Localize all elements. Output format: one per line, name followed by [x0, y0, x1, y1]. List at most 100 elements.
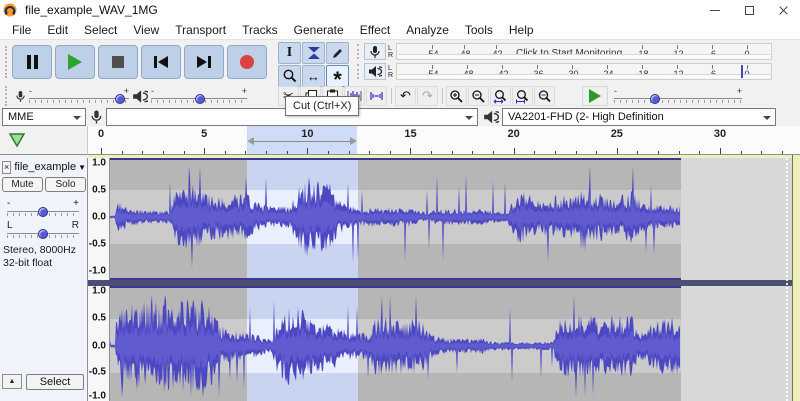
collapse-track-button[interactable]: ▲: [2, 374, 22, 389]
waveform-channel-left[interactable]: [110, 158, 793, 280]
zoom-toggle-icon: [538, 89, 551, 102]
slider-min-label: -: [29, 86, 32, 96]
track-resize-edge[interactable]: [786, 158, 788, 401]
zoom-in-button[interactable]: [446, 86, 467, 106]
menu-tracks[interactable]: Tracks: [234, 21, 286, 39]
maximize-button[interactable]: [732, 0, 766, 20]
gain-max-label: +: [73, 198, 79, 209]
draw-tool-button[interactable]: [326, 42, 349, 64]
maximize-icon: [744, 5, 754, 15]
empty-track-area[interactable]: [681, 158, 793, 280]
tools-toolbar: I ↔ *: [278, 42, 354, 91]
slider-min-label: -: [151, 86, 154, 96]
recording-meter[interactable]: -54-48-42-18-12-60Click to Start Monitor…: [396, 43, 772, 60]
quick-play-arrow-left[interactable]: [247, 137, 255, 145]
quick-play-arrow-right[interactable]: [349, 137, 357, 145]
menu-bar: File Edit Select View Transport Tracks Generat…: [0, 20, 800, 40]
quick-play-bar[interactable]: [249, 141, 355, 142]
meter-r-label: R: [388, 71, 394, 79]
silence-selection-button[interactable]: [366, 86, 387, 106]
timeline-ruler[interactable]: 0 5 10 15 20 25 30: [88, 126, 800, 155]
minimize-button[interactable]: [698, 0, 732, 20]
play-speed-slider[interactable]: - +: [614, 86, 742, 105]
timeline-label: 20: [507, 128, 520, 140]
mic-icon: [91, 110, 102, 124]
gain-thumb[interactable]: [38, 207, 48, 217]
recording-volume-thumb[interactable]: [115, 94, 125, 104]
playback-device-combo[interactable]: VA2201-FHD (2- High Definition: [502, 108, 776, 126]
menu-effect[interactable]: Effect: [352, 21, 398, 39]
chevron-down-icon: [73, 116, 81, 120]
close-icon: [778, 5, 789, 16]
menu-analyze[interactable]: Analyze: [398, 21, 457, 39]
audio-host-combo[interactable]: MME: [2, 108, 86, 126]
meter-r-label: R: [388, 51, 394, 59]
toolbar-separator: [391, 88, 392, 104]
track-menu-arrow-icon[interactable]: ▼: [78, 163, 86, 172]
track-control-panel: × file_example ▼ Mute Solo - + L R Stere…: [0, 158, 88, 401]
slider-max-label: +: [123, 86, 129, 96]
scale-label: -0.5: [88, 238, 106, 250]
waveform-channel-right[interactable]: [110, 286, 793, 401]
toolbar-zone: I ↔ * LR -54-48-42-18-12-60Click to Star…: [0, 40, 800, 126]
stop-button[interactable]: [98, 45, 138, 79]
playback-volume-slider[interactable]: - +: [151, 86, 247, 105]
menu-tools[interactable]: Tools: [457, 21, 501, 39]
scale-label: 0.0: [92, 340, 106, 352]
fit-selection-button[interactable]: [490, 86, 511, 106]
gain-min-label: -: [7, 198, 11, 209]
menu-generate[interactable]: Generate: [286, 21, 352, 39]
fit-project-button[interactable]: [512, 86, 533, 106]
timeline-label: 0: [97, 128, 105, 140]
selection-tool-button[interactable]: I: [278, 42, 301, 64]
recording-volume-slider[interactable]: - +: [29, 86, 129, 105]
track-close-button[interactable]: ×: [2, 160, 12, 174]
double-arrow-icon: ↔: [307, 68, 320, 84]
play-at-speed-button[interactable]: [582, 86, 608, 106]
scale-label: -0.5: [88, 366, 106, 378]
pinned-playhead-button[interactable]: [6, 130, 28, 150]
skip-to-start-icon: [154, 56, 168, 68]
waveform-right: [110, 294, 680, 398]
select-track-button[interactable]: Select: [26, 374, 84, 390]
redo-button[interactable]: ↷: [417, 86, 438, 106]
toolbar-grip[interactable]: [5, 46, 9, 78]
skip-to-start-button[interactable]: [141, 45, 181, 79]
track-name[interactable]: file_example: [14, 161, 76, 173]
toolbar-grip[interactable]: [357, 63, 361, 80]
close-button[interactable]: [766, 0, 800, 20]
playback-meter-toolbar: LR -54-48-42-36-30-24-18-12-60: [354, 62, 772, 81]
scale-label: 0.5: [92, 184, 106, 196]
undo-button[interactable]: ↶: [395, 86, 416, 106]
playback-volume-thumb[interactable]: [195, 94, 205, 104]
pan-thumb[interactable]: [38, 229, 48, 239]
playback-meter[interactable]: -54-48-42-36-30-24-18-12-60: [396, 63, 772, 80]
mute-button[interactable]: Mute: [2, 177, 43, 192]
menu-transport[interactable]: Transport: [167, 21, 234, 39]
solo-button[interactable]: Solo: [45, 177, 86, 192]
menu-help[interactable]: Help: [501, 21, 542, 39]
meter-peak-indicator: [741, 65, 744, 78]
menu-view[interactable]: View: [125, 21, 167, 39]
play-speed-thumb[interactable]: [650, 94, 660, 104]
envelope-tool-button[interactable]: [302, 42, 325, 64]
timeline-label: 5: [201, 128, 208, 140]
toolbar-grip[interactable]: [5, 86, 9, 106]
empty-track-area[interactable]: [681, 286, 793, 401]
scale-label: -1.0: [88, 265, 106, 277]
toolbar-grip[interactable]: [357, 43, 361, 60]
menu-file[interactable]: File: [4, 21, 39, 39]
timeline-label: 10: [301, 128, 314, 140]
zoom-toggle-button[interactable]: [534, 86, 555, 106]
menu-edit[interactable]: Edit: [39, 21, 76, 39]
record-button[interactable]: [227, 45, 267, 79]
menu-select[interactable]: Select: [76, 21, 125, 39]
record-meter-button[interactable]: [364, 43, 386, 60]
skip-to-end-button[interactable]: [184, 45, 224, 79]
pause-button[interactable]: [12, 45, 52, 79]
zoom-out-button[interactable]: [468, 86, 489, 106]
i-beam-icon: I: [286, 45, 293, 60]
play-button[interactable]: [55, 45, 95, 79]
play-meter-button[interactable]: [364, 63, 386, 80]
audacity-window: file_example_WAV_1MG File Edit Select View T…: [0, 0, 800, 401]
